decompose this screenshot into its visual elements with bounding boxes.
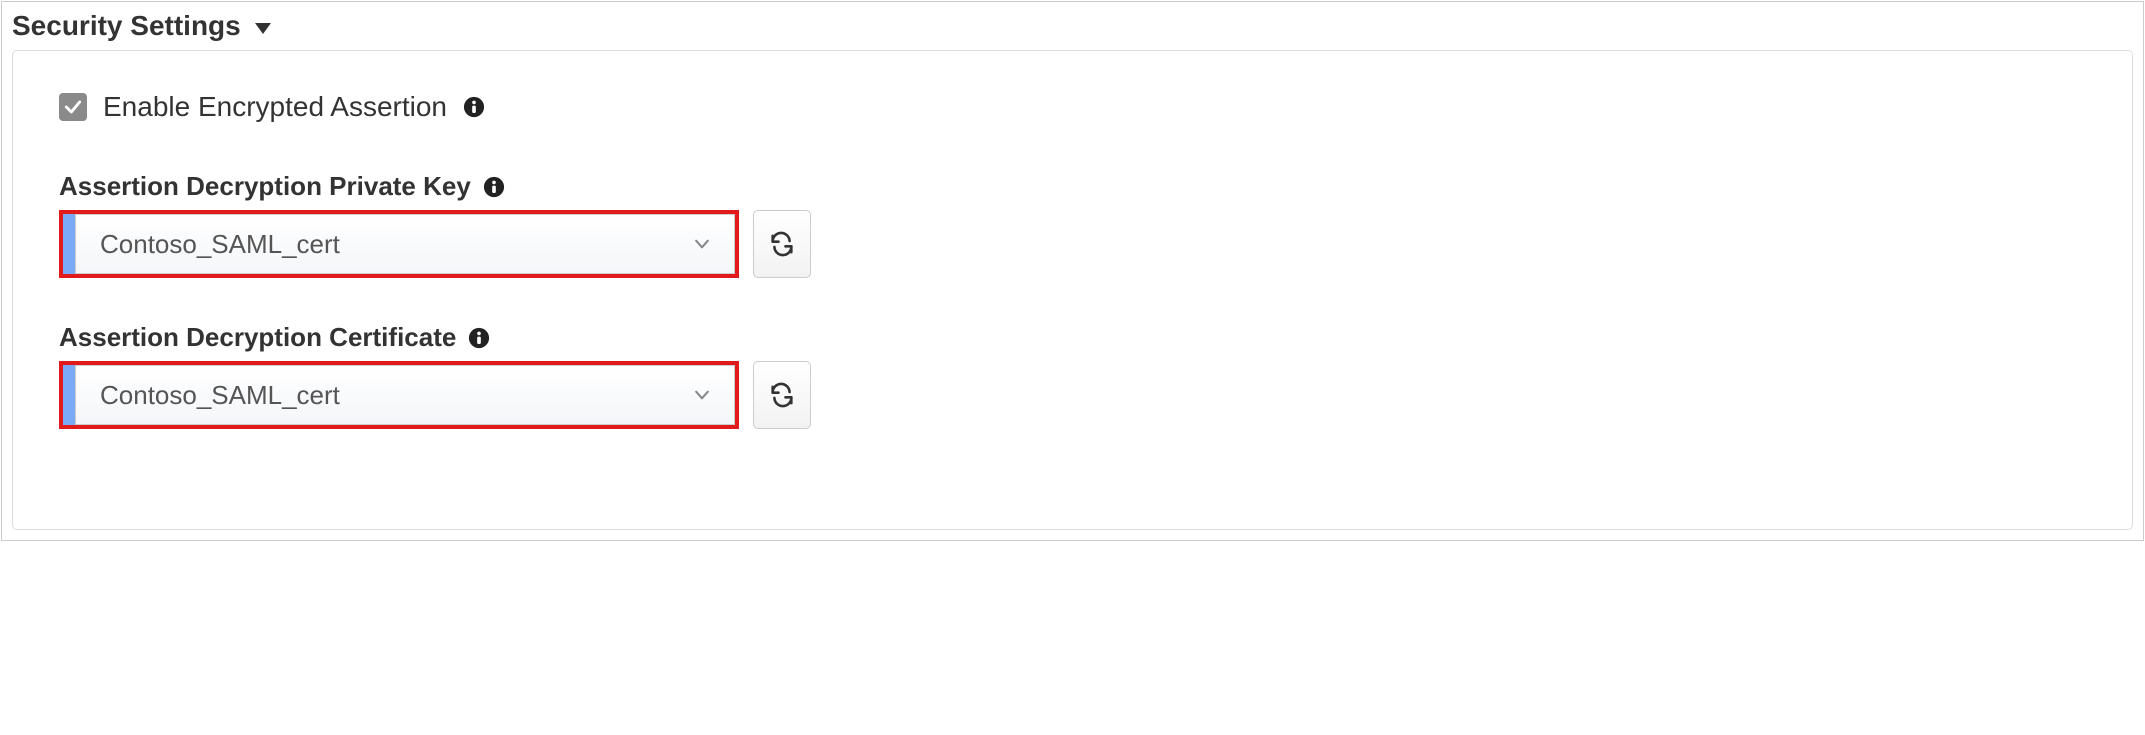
- certificate-refresh-button[interactable]: [753, 361, 811, 429]
- section-header[interactable]: Security Settings: [12, 10, 2133, 42]
- certificate-label-row: Assertion Decryption Certificate: [59, 322, 2086, 353]
- info-icon[interactable]: [468, 327, 490, 349]
- enable-encrypted-label: Enable Encrypted Assertion: [103, 91, 447, 123]
- chevron-down-icon: [692, 234, 712, 254]
- settings-panel: Enable Encrypted Assertion Assertion Dec…: [12, 50, 2133, 530]
- private-key-control-row: Contoso_SAML_cert: [59, 210, 2086, 278]
- private-key-select-highlight: Contoso_SAML_cert: [59, 210, 739, 278]
- private-key-refresh-button[interactable]: [753, 210, 811, 278]
- private-key-label: Assertion Decryption Private Key: [59, 171, 471, 202]
- private-key-label-row: Assertion Decryption Private Key: [59, 171, 2086, 202]
- private-key-select[interactable]: Contoso_SAML_cert: [75, 214, 735, 274]
- info-icon[interactable]: [483, 176, 505, 198]
- enable-encrypted-row: Enable Encrypted Assertion: [59, 91, 2086, 123]
- certificate-select-highlight: Contoso_SAML_cert: [59, 361, 739, 429]
- info-icon[interactable]: [463, 96, 485, 118]
- private-key-value: Contoso_SAML_cert: [100, 229, 340, 260]
- certificate-label: Assertion Decryption Certificate: [59, 322, 456, 353]
- security-settings-container: Security Settings Enable Encrypted Asser…: [1, 1, 2144, 541]
- certificate-control-row: Contoso_SAML_cert: [59, 361, 2086, 429]
- certificate-value: Contoso_SAML_cert: [100, 380, 340, 411]
- section-title: Security Settings: [12, 10, 241, 42]
- certificate-field: Assertion Decryption Certificate Contoso…: [59, 322, 2086, 429]
- certificate-select[interactable]: Contoso_SAML_cert: [75, 365, 735, 425]
- checkmark-icon: [63, 97, 83, 117]
- caret-down-icon: [255, 23, 271, 34]
- select-accent: [63, 214, 75, 274]
- chevron-down-icon: [692, 385, 712, 405]
- private-key-field: Assertion Decryption Private Key Contoso…: [59, 171, 2086, 278]
- enable-encrypted-checkbox[interactable]: [59, 93, 87, 121]
- select-accent: [63, 365, 75, 425]
- refresh-icon: [768, 381, 796, 409]
- refresh-icon: [768, 230, 796, 258]
